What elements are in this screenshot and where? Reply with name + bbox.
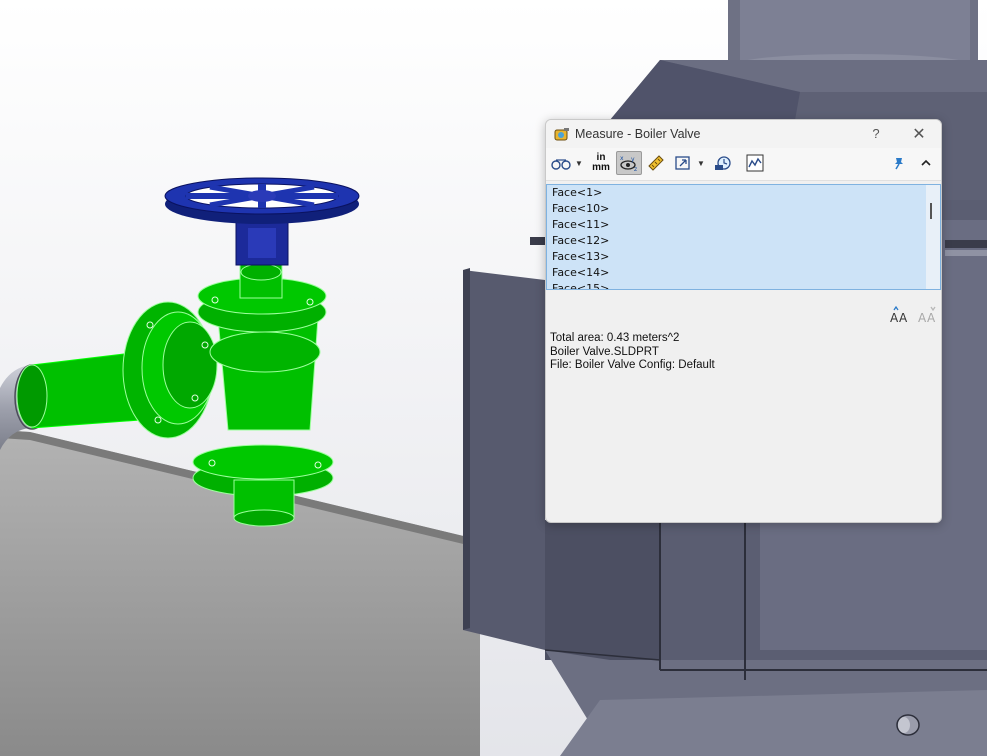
measure-toolbar: ▼ in mm x y z ▼ xyxy=(546,148,941,181)
collapse-button[interactable] xyxy=(918,151,934,175)
total-area-text: Total area: 0.43 meters^2 xyxy=(550,332,680,344)
svg-text:A: A xyxy=(918,311,927,325)
list-item[interactable]: Face<10> xyxy=(547,201,940,217)
chevron-up-icon xyxy=(921,159,931,166)
svg-text:y: y xyxy=(631,156,635,163)
measure-dialog: Measure - Boiler Valve ? ✕ ▼ in mm x y z xyxy=(545,119,942,523)
svg-text:A: A xyxy=(890,311,899,325)
file-name-text: Boiler Valve.SLDPRT xyxy=(550,345,659,358)
pin-button[interactable] xyxy=(890,151,908,175)
projection-dropdown[interactable]: ▼ xyxy=(696,151,706,175)
point-to-point-button[interactable] xyxy=(645,151,667,175)
close-button[interactable]: ✕ xyxy=(910,124,928,144)
selection-list[interactable]: Face<1> Face<10> Face<11> Face<12> Face<… xyxy=(546,184,941,290)
create-sensor-icon xyxy=(746,154,764,172)
arc-circle-measure-button[interactable] xyxy=(550,151,572,175)
dialog-title: Measure - Boiler Valve xyxy=(575,127,701,141)
svg-text:A: A xyxy=(927,311,936,325)
units-mm-label: mm xyxy=(592,162,610,173)
measure-history-icon xyxy=(715,156,731,170)
pin-icon xyxy=(895,158,903,170)
decrease-font-icon[interactable]: A A xyxy=(917,305,939,325)
svg-text:z: z xyxy=(634,166,637,172)
list-item[interactable]: Face<15> xyxy=(547,281,940,289)
measure-results: Total area: 0.43 meters^2 Boiler Valve.S… xyxy=(550,332,715,373)
chevron-down-icon: ▼ xyxy=(697,158,705,168)
arc-circle-measure-icon xyxy=(551,159,571,170)
list-scrollbar-thumb[interactable] xyxy=(930,203,932,219)
measure-tape-icon xyxy=(554,126,570,142)
help-button[interactable]: ? xyxy=(868,126,884,141)
units-precision-button[interactable]: in mm xyxy=(590,151,612,175)
list-item[interactable]: Face<13> xyxy=(547,249,940,265)
show-xyz-button[interactable]: x y z xyxy=(616,151,642,175)
font-size-controls: A A A A xyxy=(889,305,939,325)
increase-font-icon[interactable]: A A xyxy=(889,305,911,325)
list-item[interactable]: Face<14> xyxy=(547,265,940,281)
list-item[interactable]: Face<1> xyxy=(547,185,940,201)
projection-button[interactable] xyxy=(672,151,694,175)
projection-icon xyxy=(675,156,690,170)
point-to-point-icon xyxy=(648,155,664,171)
chevron-down-icon: ▼ xyxy=(575,158,583,168)
arc-circle-dropdown[interactable]: ▼ xyxy=(574,151,584,175)
svg-text:x: x xyxy=(620,155,624,162)
list-item[interactable]: Face<12> xyxy=(547,233,940,249)
svg-text:A: A xyxy=(899,311,908,325)
list-item[interactable]: Face<11> xyxy=(547,217,940,233)
measure-history-button[interactable] xyxy=(712,151,734,175)
show-xyz-measurements-icon: x y z xyxy=(620,155,637,172)
list-scrollbar[interactable] xyxy=(926,185,940,289)
create-sensor-button[interactable] xyxy=(744,151,766,175)
dialog-titlebar[interactable]: Measure - Boiler Valve ? ✕ xyxy=(546,120,941,148)
file-config-text: File: Boiler Valve Config: Default xyxy=(550,359,715,371)
